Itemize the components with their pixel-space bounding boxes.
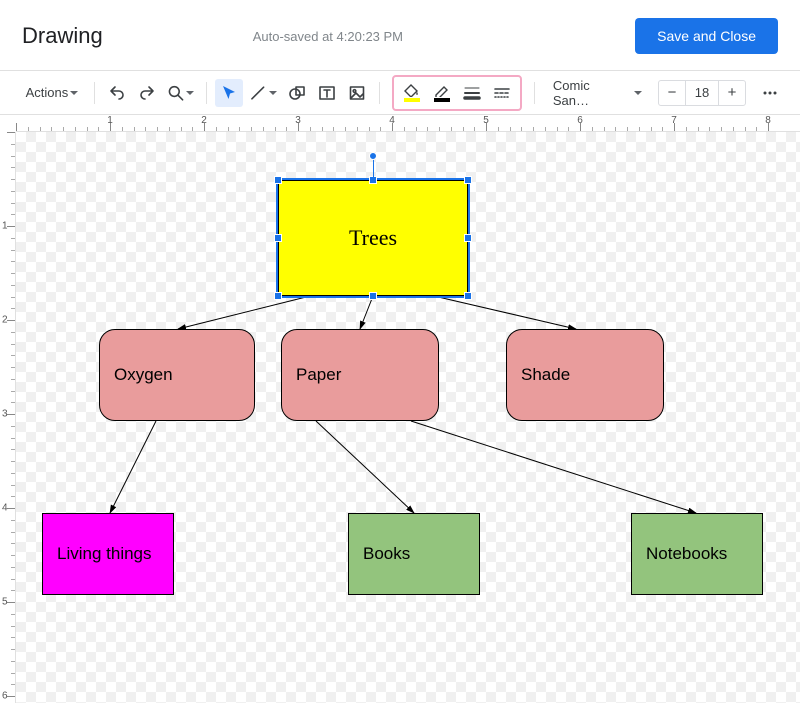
chevron-down-icon xyxy=(634,85,642,100)
select-tool[interactable] xyxy=(215,79,243,107)
border-weight-button[interactable] xyxy=(458,79,486,107)
shape-oxygen[interactable]: Oxygen xyxy=(99,329,255,421)
border-color-icon xyxy=(433,84,451,102)
zoom-menu[interactable] xyxy=(163,79,199,107)
chevron-down-icon xyxy=(269,85,277,100)
dialog-header: Drawing Auto-saved at 4:20:23 PM Save an… xyxy=(0,0,800,70)
connector-arrow[interactable] xyxy=(110,421,156,513)
toolbar-sep xyxy=(94,82,95,104)
textbox-tool[interactable] xyxy=(313,79,341,107)
selection-handle[interactable] xyxy=(274,234,282,242)
chevron-down-icon xyxy=(70,85,78,100)
select-icon xyxy=(220,84,238,102)
fill-color-icon xyxy=(403,84,421,102)
image-icon xyxy=(348,84,366,102)
selection-handle[interactable] xyxy=(274,292,282,300)
redo-icon xyxy=(138,84,156,102)
selection-handle[interactable] xyxy=(464,234,472,242)
drawing-canvas[interactable]: TreesOxygen Paper Shade Living things Books N… xyxy=(16,132,800,703)
font-size-value[interactable]: 18 xyxy=(685,81,719,105)
dialog-title: Drawing xyxy=(22,23,103,49)
connector-arrow[interactable] xyxy=(178,296,310,329)
actions-label: Actions xyxy=(26,85,69,100)
more-button[interactable] xyxy=(756,79,784,107)
shape-notebooks[interactable]: Notebooks xyxy=(631,513,763,595)
zoom-icon xyxy=(167,84,185,102)
font-size-stepper: − 18 + xyxy=(658,80,746,106)
selection-handle[interactable] xyxy=(274,176,282,184)
workspace: 12345678 123456 TreesOxygen Paper Shade Liv… xyxy=(0,115,800,703)
toolbar-sep xyxy=(534,82,535,104)
connector-arrow[interactable] xyxy=(411,421,696,513)
border-swatch xyxy=(434,98,450,102)
toolbar-sep xyxy=(206,82,207,104)
line-tool[interactable] xyxy=(245,79,281,107)
shape-tool[interactable] xyxy=(283,79,311,107)
border-dash-icon xyxy=(493,84,511,102)
fill-color-button[interactable] xyxy=(398,79,426,107)
font-family-label: Comic San… xyxy=(553,78,628,108)
toolbar-sep xyxy=(379,82,380,104)
redo-button[interactable] xyxy=(133,79,161,107)
undo-button[interactable] xyxy=(103,79,131,107)
border-color-button[interactable] xyxy=(428,79,456,107)
shape-trees[interactable]: Trees xyxy=(278,180,468,296)
shape-icon xyxy=(288,84,306,102)
selection-handle[interactable] xyxy=(464,176,472,184)
fill-swatch xyxy=(404,98,420,102)
autosave-status: Auto-saved at 4:20:23 PM xyxy=(253,29,403,44)
border-dash-button[interactable] xyxy=(488,79,516,107)
textbox-icon xyxy=(318,84,336,102)
connector-arrow[interactable] xyxy=(316,421,414,513)
line-icon xyxy=(249,84,267,102)
font-size-decrement[interactable]: − xyxy=(659,81,685,105)
ruler-horizontal: 12345678 xyxy=(16,115,800,132)
rotation-handle[interactable] xyxy=(369,152,377,160)
more-icon xyxy=(761,84,779,102)
undo-icon xyxy=(108,84,126,102)
connector-arrow[interactable] xyxy=(434,296,576,329)
shape-living[interactable]: Living things xyxy=(42,513,174,595)
selection-handle[interactable] xyxy=(464,292,472,300)
toolbar: Actions xyxy=(0,71,800,115)
actions-menu[interactable]: Actions xyxy=(18,79,86,107)
shape-paper[interactable]: Paper xyxy=(281,329,439,421)
save-and-close-button[interactable]: Save and Close xyxy=(635,18,778,54)
selection-handle[interactable] xyxy=(369,292,377,300)
highlighted-tool-group xyxy=(392,75,522,111)
font-size-increment[interactable]: + xyxy=(719,81,745,105)
chevron-down-icon xyxy=(186,85,194,100)
image-tool[interactable] xyxy=(343,79,371,107)
ruler-vertical: 123456 xyxy=(0,132,16,703)
font-family-select[interactable]: Comic San… xyxy=(543,80,648,106)
shape-books[interactable]: Books xyxy=(348,513,480,595)
border-weight-icon xyxy=(463,84,481,102)
shape-shade[interactable]: Shade xyxy=(506,329,664,421)
connector-arrow[interactable] xyxy=(360,296,373,329)
